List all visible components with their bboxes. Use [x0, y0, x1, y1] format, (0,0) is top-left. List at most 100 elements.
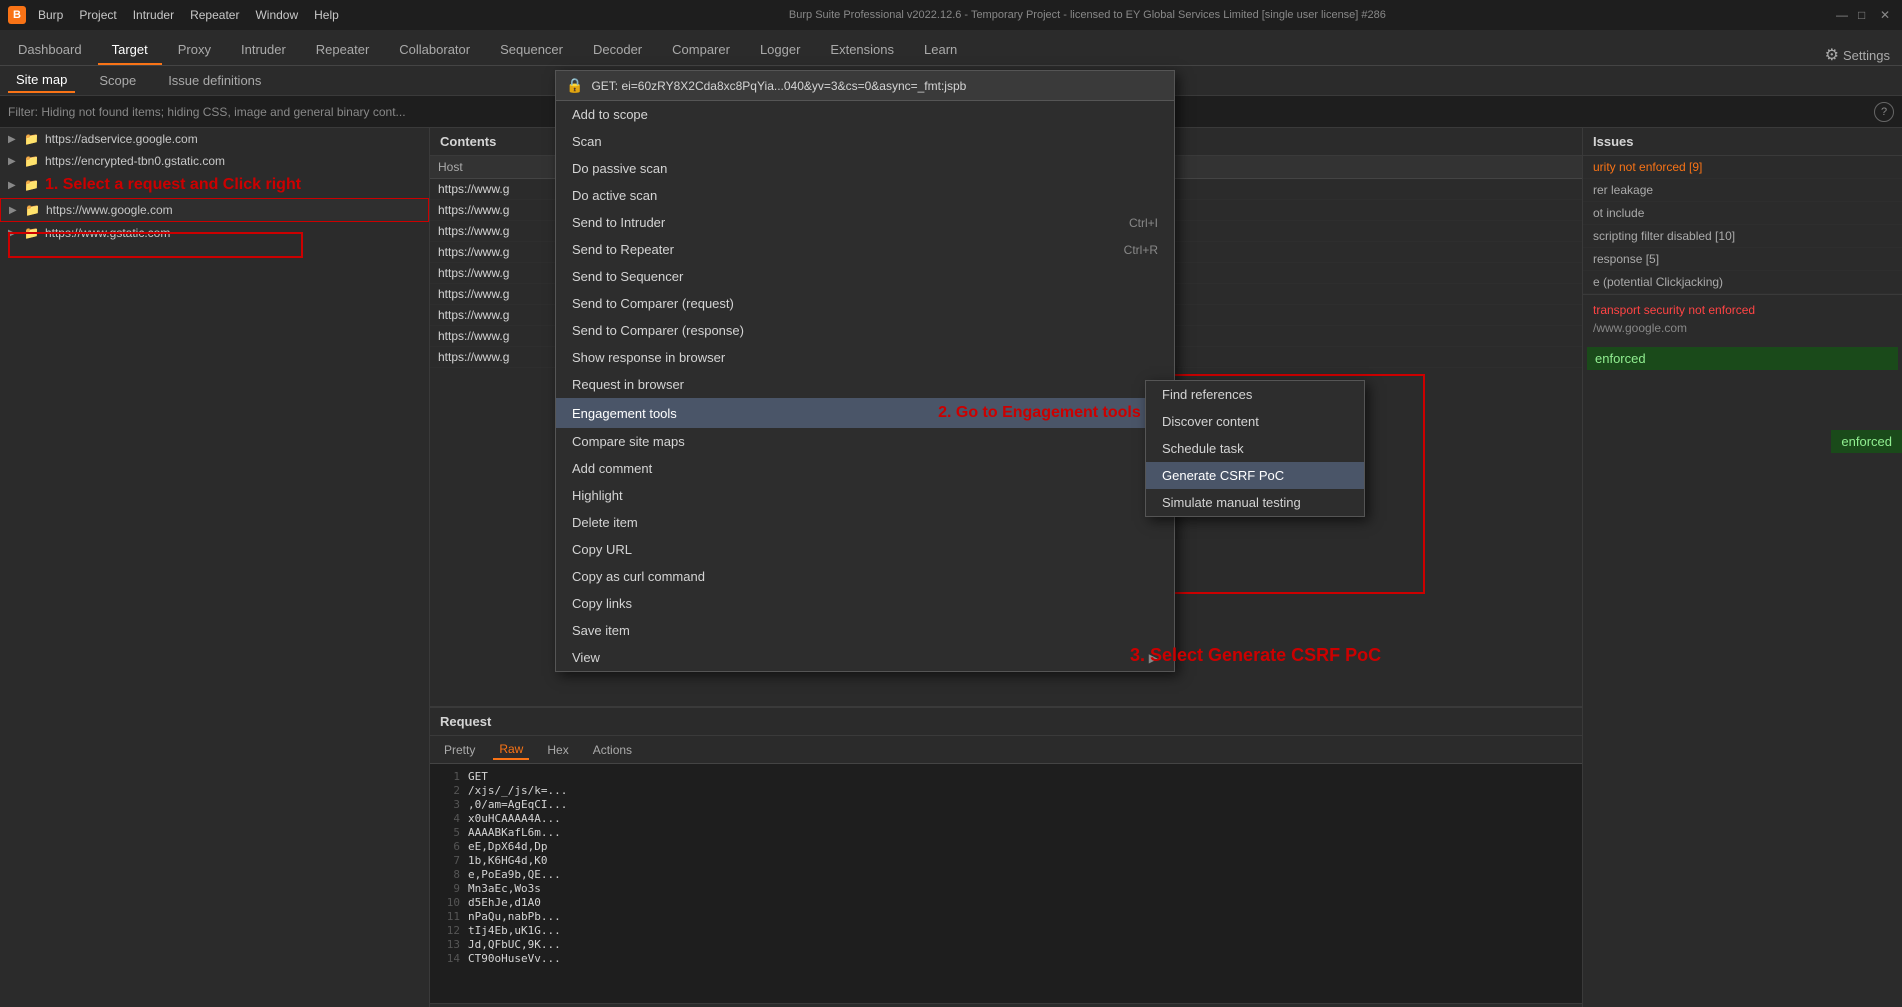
menu-send-comparer-resp[interactable]: Send to Comparer (response): [556, 317, 1174, 344]
menu-view[interactable]: View ▶: [556, 644, 1174, 671]
context-menu: 🔒 GET: ei=60zRY8X2Cda8xc8PqYia...040&yv=…: [555, 70, 1175, 672]
shortcut-repeater: Ctrl+R: [1124, 243, 1158, 257]
menu-intruder[interactable]: Intruder: [133, 8, 174, 22]
chevron-icon: ▶: [8, 156, 20, 167]
tab-decoder[interactable]: Decoder: [579, 36, 656, 65]
request-line: 13Jd,QFbUC,9K...: [436, 938, 1576, 951]
menu-burp[interactable]: Burp: [38, 8, 63, 22]
tab-dashboard[interactable]: Dashboard: [4, 36, 96, 65]
annotation-step2: 2. Go to Engagement tools: [938, 404, 1141, 422]
minimize-button[interactable]: —: [1836, 8, 1850, 22]
submenu: Find references Discover content Schedul…: [1145, 380, 1365, 517]
issue-item[interactable]: urity not enforced [9]: [1583, 156, 1902, 179]
request-content: 1GET 2/xjs/_/js/k=... 3,0/am=AgEqCI... 4…: [430, 764, 1582, 1003]
sidebar-item-google[interactable]: ▶ 📁 https://www.google.com: [0, 198, 429, 222]
sub-tab-scope[interactable]: Scope: [91, 69, 144, 92]
request-panel-header: Request: [430, 708, 1582, 735]
sidebar-item-gstatic[interactable]: ▶ 📁 https://www.gstatic.com: [0, 222, 429, 244]
cell-host: https://www.g: [430, 263, 570, 283]
issues-header: Issues: [1583, 128, 1902, 156]
sub-tab-issue-definitions[interactable]: Issue definitions: [160, 69, 269, 92]
submenu-generate-csrf[interactable]: Generate CSRF PoC: [1146, 462, 1364, 489]
request-line: 11nPaQu,nabPb...: [436, 910, 1576, 923]
col-host: Host: [430, 156, 570, 178]
issue-item[interactable]: ot include: [1583, 202, 1902, 225]
tab-pretty[interactable]: Pretty: [438, 741, 481, 759]
menu-engagement-tools[interactable]: Engagement tools 2. Go to Engagement too…: [556, 398, 1174, 428]
issue-item[interactable]: response [5]: [1583, 248, 1902, 271]
settings-label[interactable]: Settings: [1843, 48, 1890, 63]
tab-comparer[interactable]: Comparer: [658, 36, 744, 65]
sidebar-url: https://adservice.google.com: [45, 132, 198, 146]
title-bar-left: B Burp Project Intruder Repeater Window …: [8, 6, 339, 24]
menu-scan[interactable]: Scan: [556, 128, 1174, 155]
tab-repeater[interactable]: Repeater: [302, 36, 383, 65]
menu-project[interactable]: Project: [79, 8, 116, 22]
issue-item[interactable]: rer leakage: [1583, 179, 1902, 202]
request-line: 8e,PoEa9b,QE...: [436, 868, 1576, 881]
menu-active-scan[interactable]: Do active scan: [556, 182, 1174, 209]
sidebar-item-adservice[interactable]: ▶ 📁 https://adservice.google.com: [0, 128, 429, 150]
tab-collaborator[interactable]: Collaborator: [385, 36, 484, 65]
tab-proxy[interactable]: Proxy: [164, 36, 225, 65]
cell-host: https://www.g: [430, 242, 570, 262]
sidebar-item-encrypted[interactable]: ▶ 📁 https://encrypted-tbn0.gstatic.com: [0, 150, 429, 172]
request-line: 2/xjs/_/js/k=...: [436, 784, 1576, 797]
submenu-find-references[interactable]: Find references: [1146, 381, 1364, 408]
submenu-schedule-task[interactable]: Schedule task: [1146, 435, 1364, 462]
submenu-discover-content[interactable]: Discover content: [1146, 408, 1364, 435]
menu-show-response[interactable]: Show response in browser: [556, 344, 1174, 371]
menu-send-repeater[interactable]: Send to Repeater Ctrl+R: [556, 236, 1174, 263]
tab-intruder[interactable]: Intruder: [227, 36, 300, 65]
tab-learn[interactable]: Learn: [910, 36, 971, 65]
menu-request-browser[interactable]: Request in browser ▶: [556, 371, 1174, 398]
filter-help-button[interactable]: ?: [1874, 102, 1894, 122]
menu-copy-links[interactable]: Copy links: [556, 590, 1174, 617]
menu-add-comment[interactable]: Add comment: [556, 455, 1174, 482]
menu-save-item[interactable]: Save item: [556, 617, 1174, 644]
menu-passive-scan[interactable]: Do passive scan: [556, 155, 1174, 182]
filter-text[interactable]: Filter: Hiding not found items; hiding C…: [8, 105, 406, 119]
sidebar-item-play[interactable]: ▶ 📁 1. Select a request and Click right: [0, 172, 429, 198]
cell-host: https://www.g: [430, 284, 570, 304]
close-button[interactable]: ✕: [1880, 8, 1894, 22]
menu-compare-sitemaps[interactable]: Compare site maps: [556, 428, 1174, 455]
menu-send-intruder[interactable]: Send to Intruder Ctrl+I: [556, 209, 1174, 236]
request-line: 12tIj4Eb,uK1G...: [436, 924, 1576, 937]
sidebar: ▶ 📁 https://adservice.google.com ▶ 📁 htt…: [0, 128, 430, 1007]
maximize-button[interactable]: □: [1858, 8, 1872, 22]
menu-help[interactable]: Help: [314, 8, 339, 22]
menu-copy-curl[interactable]: Copy as curl command: [556, 563, 1174, 590]
tab-target[interactable]: Target: [98, 36, 162, 65]
submenu-simulate-testing[interactable]: Simulate manual testing: [1146, 489, 1364, 516]
request-line: 3,0/am=AgEqCI...: [436, 798, 1576, 811]
menu-add-to-scope[interactable]: Add to scope: [556, 101, 1174, 128]
issue-item[interactable]: scripting filter disabled [10]: [1583, 225, 1902, 248]
cell-host: https://www.g: [430, 326, 570, 346]
issue-item[interactable]: e (potential Clickjacking): [1583, 271, 1902, 294]
not-enforced-label: transport security not enforced: [1593, 303, 1892, 317]
sidebar-url: https://www.gstatic.com: [45, 226, 170, 240]
sub-tab-sitemap[interactable]: Site map: [8, 68, 75, 93]
chevron-icon: ▶: [8, 134, 20, 145]
menu-send-comparer-req[interactable]: Send to Comparer (request): [556, 290, 1174, 317]
tab-sequencer[interactable]: Sequencer: [486, 36, 577, 65]
request-line: 14CT90oHuseVv...: [436, 952, 1576, 965]
lock-icon: 🔒: [566, 77, 583, 94]
issues-panel: Issues urity not enforced [9] rer leakag…: [1582, 128, 1902, 1007]
menu-copy-url[interactable]: Copy URL: [556, 536, 1174, 563]
menu-highlight[interactable]: Highlight ▶: [556, 482, 1174, 509]
tab-actions[interactable]: Actions: [587, 741, 638, 759]
tab-hex[interactable]: Hex: [541, 741, 574, 759]
request-line: 71b,K6HG4d,K0: [436, 854, 1576, 867]
menu-send-sequencer[interactable]: Send to Sequencer: [556, 263, 1174, 290]
menu-window[interactable]: Window: [255, 8, 298, 22]
request-line: 10d5EhJe,d1A0: [436, 896, 1576, 909]
tab-logger[interactable]: Logger: [746, 36, 814, 65]
request-panel: Request Pretty Raw Hex Actions 1GET 2/xj…: [430, 707, 1582, 1007]
tab-raw[interactable]: Raw: [493, 740, 529, 760]
tab-extensions[interactable]: Extensions: [816, 36, 908, 65]
menu-delete-item[interactable]: Delete item: [556, 509, 1174, 536]
issue-details: transport security not enforced /www.goo…: [1583, 294, 1902, 343]
menu-repeater[interactable]: Repeater: [190, 8, 239, 22]
